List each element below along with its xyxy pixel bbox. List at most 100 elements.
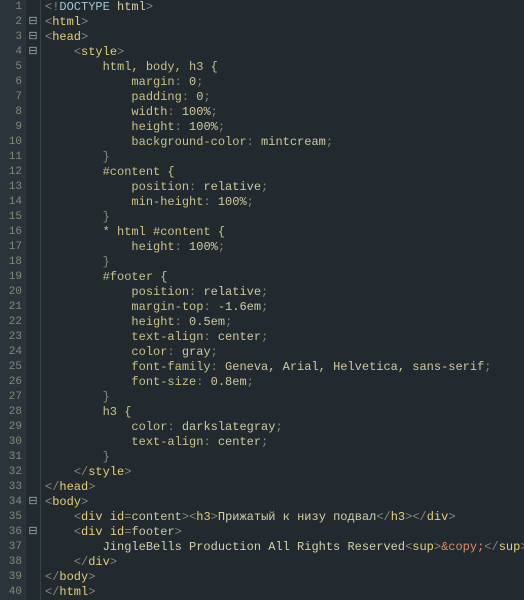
line-number: 32 bbox=[0, 465, 22, 480]
code-line[interactable]: #footer { bbox=[45, 270, 524, 285]
line-number: 2 bbox=[0, 15, 22, 30]
code-line[interactable]: <div id=content><h3>Прижатый к низу подв… bbox=[45, 510, 524, 525]
line-number: 29 bbox=[0, 420, 22, 435]
code-line[interactable]: width: 100%; bbox=[45, 105, 524, 120]
code-line[interactable]: background-color: mintcream; bbox=[45, 135, 524, 150]
code-line[interactable]: text-align: center; bbox=[45, 435, 524, 450]
code-line[interactable]: position: relative; bbox=[45, 285, 524, 300]
line-number: 24 bbox=[0, 345, 22, 360]
code-line[interactable]: html, body, h3 { bbox=[45, 60, 524, 75]
fold-marker bbox=[26, 240, 40, 255]
code-line[interactable]: position: relative; bbox=[45, 180, 524, 195]
code-line[interactable]: <html> bbox=[45, 15, 524, 30]
code-line[interactable]: <!DOCTYPE html> bbox=[45, 0, 524, 15]
code-line[interactable]: } bbox=[45, 210, 524, 225]
fold-marker bbox=[26, 330, 40, 345]
line-number: 20 bbox=[0, 285, 22, 300]
fold-marker bbox=[26, 120, 40, 135]
line-number: 37 bbox=[0, 540, 22, 555]
code-line[interactable]: * html #content { bbox=[45, 225, 524, 240]
line-number: 6 bbox=[0, 75, 22, 90]
code-line[interactable]: font-family: Geneva, Arial, Helvetica, s… bbox=[45, 360, 524, 375]
code-line[interactable]: min-height: 100%; bbox=[45, 195, 524, 210]
code-line[interactable]: </html> bbox=[45, 585, 524, 600]
code-line[interactable]: <body> bbox=[45, 495, 524, 510]
line-number: 9 bbox=[0, 120, 22, 135]
code-line[interactable]: </div> bbox=[45, 555, 524, 570]
fold-marker bbox=[26, 165, 40, 180]
fold-marker bbox=[26, 225, 40, 240]
fold-marker[interactable]: ⊟ bbox=[26, 525, 40, 540]
code-line[interactable]: height: 100%; bbox=[45, 240, 524, 255]
line-number: 21 bbox=[0, 300, 22, 315]
line-number: 23 bbox=[0, 330, 22, 345]
fold-marker[interactable]: ⊟ bbox=[26, 30, 40, 45]
line-number: 18 bbox=[0, 255, 22, 270]
code-line[interactable]: </style> bbox=[45, 465, 524, 480]
fold-marker bbox=[26, 105, 40, 120]
code-line[interactable]: JingleBells Production All Rights Reserv… bbox=[45, 540, 524, 555]
line-number: 35 bbox=[0, 510, 22, 525]
fold-marker bbox=[26, 450, 40, 465]
line-number: 7 bbox=[0, 90, 22, 105]
line-number: 33 bbox=[0, 480, 22, 495]
code-line[interactable]: <style> bbox=[45, 45, 524, 60]
fold-marker bbox=[26, 195, 40, 210]
code-line[interactable]: margin: 0; bbox=[45, 75, 524, 90]
code-line[interactable]: } bbox=[45, 255, 524, 270]
fold-marker bbox=[26, 180, 40, 195]
fold-marker[interactable]: ⊟ bbox=[26, 495, 40, 510]
line-number: 38 bbox=[0, 555, 22, 570]
code-line[interactable]: font-size: 0.8em; bbox=[45, 375, 524, 390]
code-line[interactable]: color: gray; bbox=[45, 345, 524, 360]
code-line[interactable]: height: 0.5em; bbox=[45, 315, 524, 330]
code-area[interactable]: <!DOCTYPE html><html><head> <style> html… bbox=[40, 0, 524, 600]
code-line[interactable]: </head> bbox=[45, 480, 524, 495]
code-line[interactable]: } bbox=[45, 150, 524, 165]
fold-marker bbox=[26, 585, 40, 600]
line-number: 25 bbox=[0, 360, 22, 375]
code-line[interactable]: height: 100%; bbox=[45, 120, 524, 135]
fold-marker bbox=[26, 555, 40, 570]
fold-marker bbox=[26, 0, 40, 15]
fold-marker bbox=[26, 540, 40, 555]
code-line[interactable]: } bbox=[45, 390, 524, 405]
fold-gutter[interactable]: ⊟⊟⊟⊟⊟ bbox=[26, 0, 40, 600]
code-line[interactable]: #content { bbox=[45, 165, 524, 180]
line-number: 39 bbox=[0, 570, 22, 585]
code-line[interactable]: color: darkslategray; bbox=[45, 420, 524, 435]
fold-marker bbox=[26, 60, 40, 75]
fold-marker bbox=[26, 135, 40, 150]
code-line[interactable]: } bbox=[45, 450, 524, 465]
fold-marker bbox=[26, 360, 40, 375]
line-number: 22 bbox=[0, 315, 22, 330]
fold-marker bbox=[26, 90, 40, 105]
fold-marker bbox=[26, 150, 40, 165]
line-number: 4 bbox=[0, 45, 22, 60]
line-number: 27 bbox=[0, 390, 22, 405]
fold-marker bbox=[26, 300, 40, 315]
line-number: 26 bbox=[0, 375, 22, 390]
fold-marker bbox=[26, 270, 40, 285]
line-number: 34 bbox=[0, 495, 22, 510]
fold-marker bbox=[26, 480, 40, 495]
code-line[interactable]: text-align: center; bbox=[45, 330, 524, 345]
code-line[interactable]: margin-top: -1.6em; bbox=[45, 300, 524, 315]
code-line[interactable]: h3 { bbox=[45, 405, 524, 420]
fold-marker bbox=[26, 435, 40, 450]
fold-marker bbox=[26, 210, 40, 225]
code-line[interactable]: padding: 0; bbox=[45, 90, 524, 105]
code-line[interactable]: <head> bbox=[45, 30, 524, 45]
code-line[interactable]: <div id=footer> bbox=[45, 525, 524, 540]
line-number: 10 bbox=[0, 135, 22, 150]
code-line[interactable]: </body> bbox=[45, 570, 524, 585]
line-number: 13 bbox=[0, 180, 22, 195]
code-editor[interactable]: 1234567891011121314151617181920212223242… bbox=[0, 0, 524, 600]
fold-marker bbox=[26, 465, 40, 480]
fold-marker bbox=[26, 345, 40, 360]
fold-marker[interactable]: ⊟ bbox=[26, 45, 40, 60]
fold-marker bbox=[26, 420, 40, 435]
fold-marker[interactable]: ⊟ bbox=[26, 15, 40, 30]
line-number: 19 bbox=[0, 270, 22, 285]
line-number: 40 bbox=[0, 585, 22, 600]
